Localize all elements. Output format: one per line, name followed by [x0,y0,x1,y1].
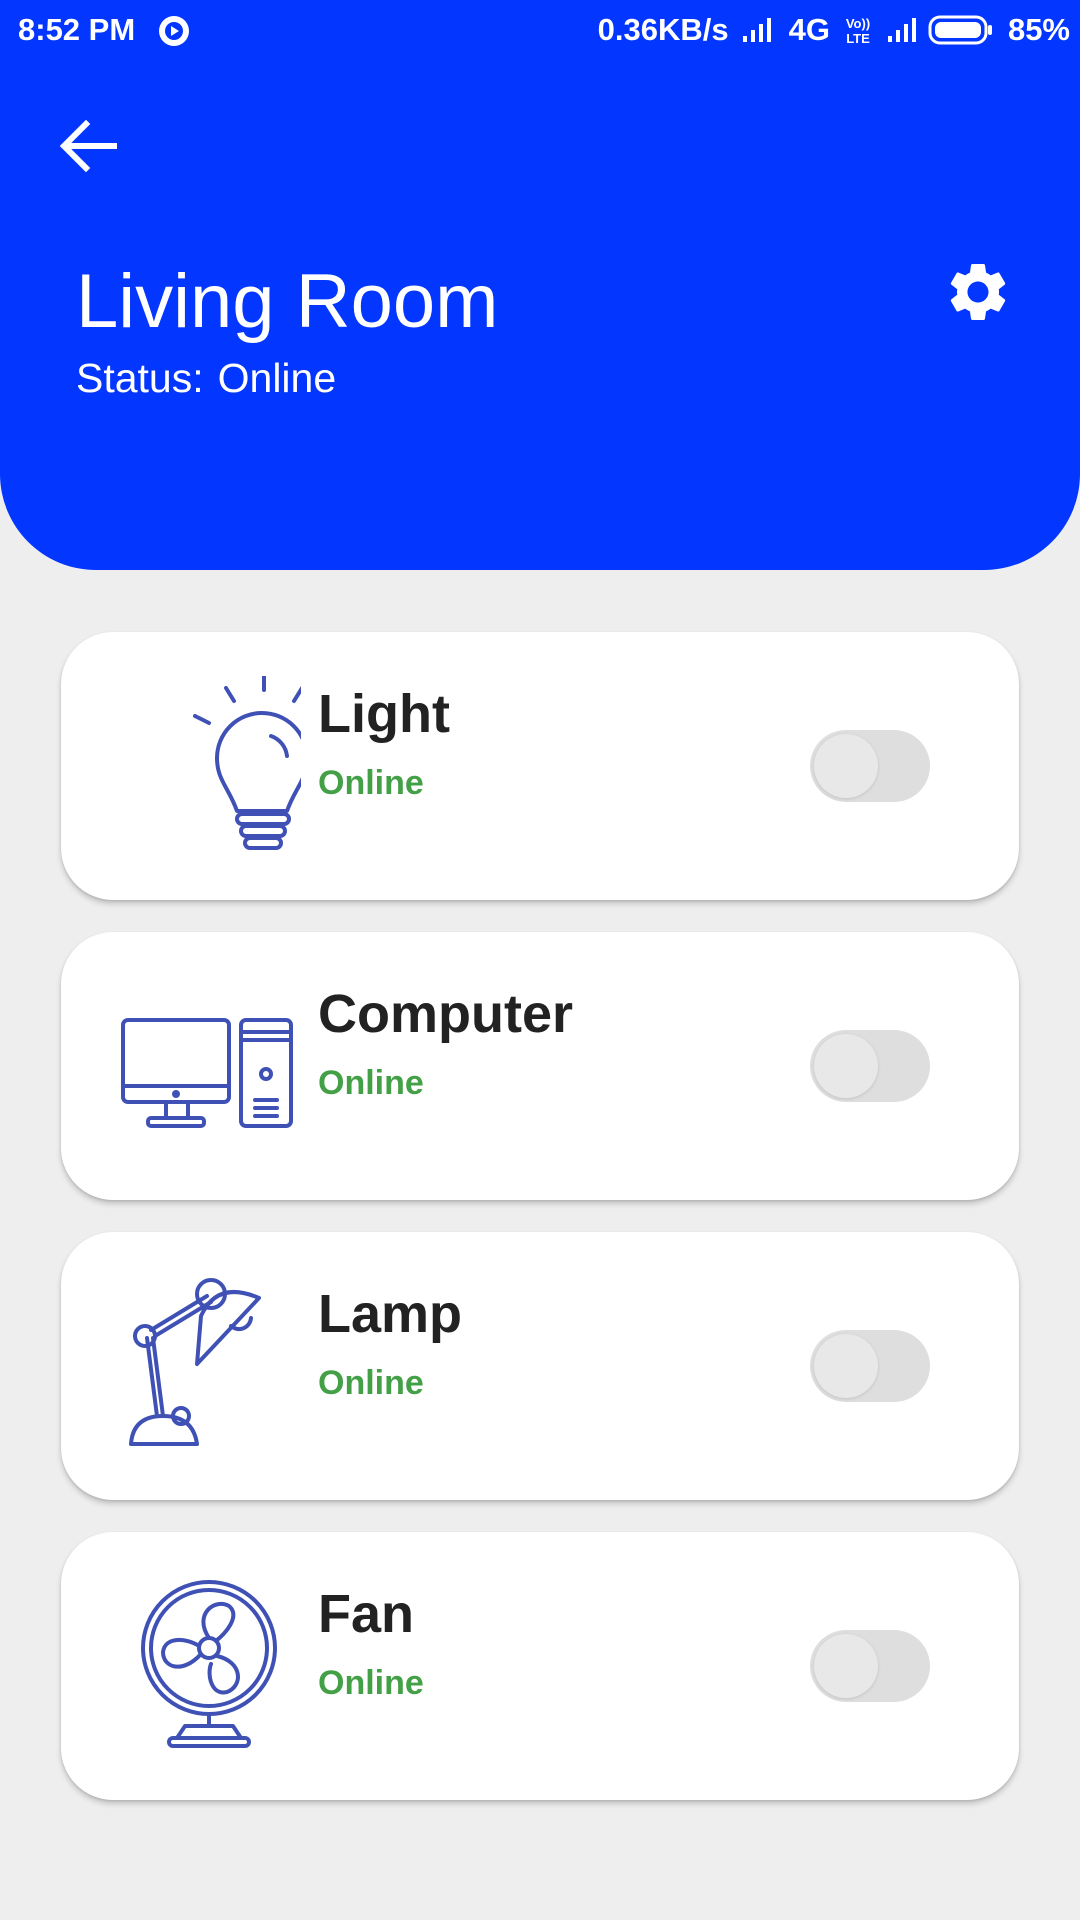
battery-icon [928,14,994,46]
signal-icon [741,16,775,44]
desk-lamp-icon [121,1276,301,1456]
page-title: Living Room [76,259,499,344]
status-battery: 85% [1007,12,1070,47]
computer-toggle[interactable] [810,1030,930,1102]
play-notification-icon [156,13,192,49]
device-status: Online [318,764,424,802]
status-net-speed: 0.36KB/s [597,12,729,47]
screen: 8:52 PM 0.36KB/s 4G Vo)) LTE 85% Living … [0,0,1080,1920]
light-toggle[interactable] [810,730,930,802]
computer-icon [121,976,301,1156]
status-bar: 8:52 PM 0.36KB/s 4G Vo)) LTE 85% [0,0,1080,60]
back-button[interactable] [50,112,126,184]
gear-icon [943,257,1013,332]
device-status: Online [318,1064,424,1102]
toggle-thumb [814,1634,878,1698]
device-name: Lamp [318,1284,463,1344]
signal-icon-2 [886,16,920,44]
room-status: Status: Online [76,352,336,404]
device-name: Fan [318,1584,415,1644]
room-status-label: Status: [76,355,204,401]
status-time: 8:52 PM [18,12,136,47]
arrow-left-icon [58,118,118,179]
fan-icon [121,1576,301,1756]
fan-toggle[interactable] [810,1630,930,1702]
lamp-toggle[interactable] [810,1330,930,1402]
header: 8:52 PM 0.36KB/s 4G Vo)) LTE 85% Living … [0,0,1080,570]
device-name: Computer [318,984,573,1044]
device-name: Light [318,684,450,744]
settings-button[interactable] [936,252,1020,336]
device-card-computer[interactable]: Computer Online [61,932,1019,1200]
toggle-thumb [814,1334,878,1398]
device-card-light[interactable]: Light Online [61,632,1019,900]
device-card-lamp[interactable]: Lamp Online [61,1232,1019,1500]
device-card-fan[interactable]: Fan Online [61,1532,1019,1800]
volte-icon: Vo)) LTE [838,15,878,45]
status-network-type: 4G [788,12,830,47]
toggle-thumb [814,734,878,798]
device-status: Online [318,1664,424,1702]
status-right-group: 0.36KB/s 4G Vo)) LTE 85% [598,12,1070,48]
lightbulb-icon [121,676,301,856]
svg-text:LTE: LTE [846,31,870,45]
room-status-value: Online [217,355,337,401]
device-status: Online [318,1364,424,1402]
svg-text:Vo)): Vo)) [846,16,870,31]
toggle-thumb [814,1034,878,1098]
